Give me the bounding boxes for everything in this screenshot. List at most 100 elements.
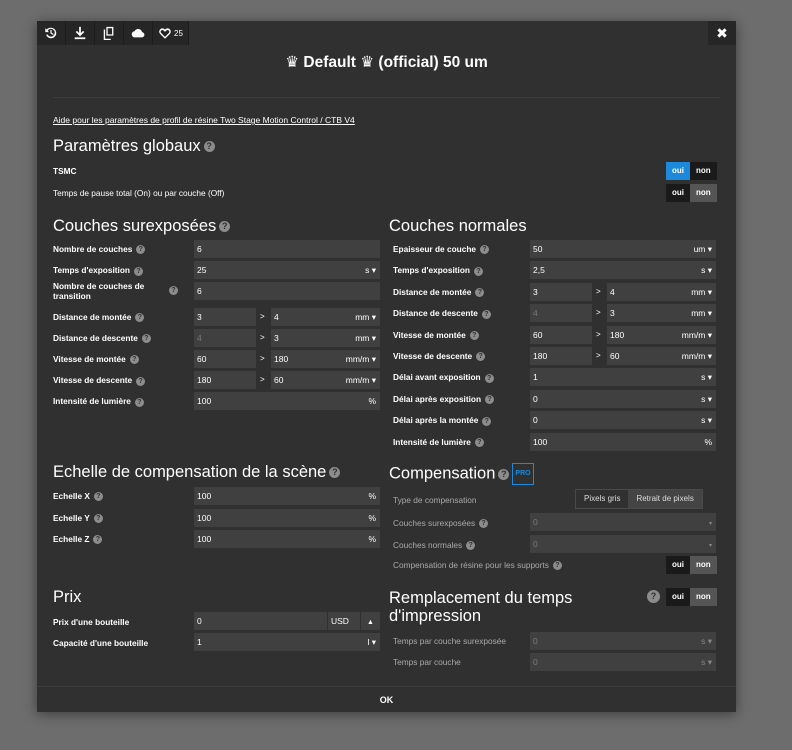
value-input[interactable]: 1 — [530, 368, 694, 387]
replace-toggle[interactable]: oui non — [666, 588, 717, 606]
help-icon[interactable]: ? — [169, 286, 178, 296]
help-icon[interactable]: ? — [552, 561, 562, 571]
help-icon[interactable]: ? — [498, 468, 510, 480]
help-icon[interactable]: ? — [129, 355, 139, 365]
help-icon[interactable]: ? — [93, 513, 103, 523]
help-icon[interactable]: ? — [93, 492, 103, 502]
help-icon[interactable]: ? — [219, 221, 231, 233]
unit-select[interactable]: mm/m ▾ — [334, 350, 380, 368]
min-input[interactable]: 4 — [530, 304, 592, 323]
help-icon[interactable]: ? — [481, 309, 491, 319]
help-icon[interactable]: ? — [136, 376, 146, 386]
help-icon[interactable]: ? — [329, 467, 341, 479]
replace-layer-unit[interactable]: s ▾ — [697, 653, 716, 671]
help-icon[interactable]: ? — [473, 266, 483, 276]
min-input[interactable]: 60 — [194, 350, 256, 368]
max-input[interactable]: 4 — [271, 307, 334, 326]
value-input[interactable]: 100 — [530, 432, 700, 451]
tsmc-yes[interactable]: oui — [666, 162, 690, 180]
unit-select[interactable]: s ▾ — [694, 411, 716, 430]
max-input[interactable]: 60 — [271, 371, 334, 390]
help-icon[interactable]: ? — [136, 245, 146, 255]
support-comp-no[interactable]: non — [690, 556, 717, 574]
max-input[interactable]: 4 — [607, 282, 670, 301]
unit-select[interactable]: s ▾ — [694, 261, 716, 280]
replace-no[interactable]: non — [690, 588, 717, 606]
unit-select[interactable]: mm ▾ — [670, 304, 716, 323]
tsmc-no[interactable]: non — [690, 162, 717, 180]
unit-select[interactable]: um ▾ — [670, 240, 716, 258]
capacity-input[interactable]: 1 — [194, 633, 364, 651]
help-icon[interactable]: ? — [480, 245, 490, 255]
unit-select[interactable]: s ▾ — [694, 389, 716, 408]
min-input[interactable]: 3 — [530, 282, 592, 301]
cloud-button[interactable] — [124, 21, 153, 45]
like-button[interactable]: 25 — [153, 21, 189, 45]
ok-button[interactable]: OK — [37, 686, 736, 712]
comp-normal-input[interactable]: 0 — [530, 535, 708, 553]
help-icon[interactable]: ? — [474, 437, 484, 447]
help-icon[interactable]: ? — [93, 535, 103, 545]
comp-over-unit[interactable]: ▾ — [701, 513, 716, 531]
history-button[interactable] — [37, 21, 66, 45]
copy-button[interactable] — [95, 21, 124, 45]
help-icon[interactable]: ? — [135, 312, 145, 322]
help-icon[interactable]: ? — [469, 330, 479, 340]
tsmc-toggle[interactable]: oui non — [666, 162, 717, 180]
bottle-price-input[interactable]: 0 — [194, 612, 327, 630]
value-input[interactable]: 100 — [194, 530, 364, 548]
max-input[interactable]: 3 — [607, 304, 670, 323]
help-icon[interactable]: ? — [203, 141, 215, 153]
unit-select[interactable]: mm ▾ — [334, 328, 380, 347]
value-input[interactable]: 100 — [194, 508, 364, 527]
comp-normal-unit[interactable]: ▾ — [701, 535, 716, 553]
unit-select[interactable]: % — [364, 487, 380, 505]
max-input[interactable]: 180 — [271, 350, 334, 368]
help-icon[interactable]: ? — [485, 395, 495, 405]
max-input[interactable]: 60 — [607, 347, 670, 365]
unit-select[interactable]: % — [700, 432, 716, 451]
unit-select[interactable]: % — [364, 530, 380, 548]
unit-select[interactable]: mm/m ▾ — [670, 347, 716, 365]
pause-yes[interactable]: oui — [666, 184, 690, 202]
unit-select[interactable]: mm ▾ — [334, 307, 380, 326]
help-icon[interactable]: ? — [647, 590, 660, 603]
unit-select[interactable]: s ▾ — [358, 261, 380, 280]
pause-toggle[interactable]: oui non — [666, 184, 717, 202]
help-icon[interactable]: ? — [476, 352, 486, 362]
replace-over-input[interactable]: 0 — [530, 632, 697, 650]
unit-select[interactable]: s ▾ — [694, 368, 716, 387]
compensation-type-selector[interactable]: Pixels gris Retrait de pixels — [575, 489, 703, 509]
unit-select[interactable]: % — [364, 392, 380, 411]
unit-select[interactable]: % — [364, 508, 380, 527]
help-icon[interactable]: ? — [482, 416, 492, 426]
help-icon[interactable]: ? — [133, 266, 143, 276]
min-input[interactable]: 180 — [530, 347, 592, 365]
replace-yes[interactable]: oui — [666, 588, 690, 606]
min-input[interactable]: 4 — [194, 328, 256, 347]
value-input[interactable]: 50 — [530, 240, 670, 258]
comp-over-input[interactable]: 0 — [530, 513, 708, 531]
help-link[interactable]: Aide pour les paramètres de profil de ré… — [53, 115, 355, 125]
value-input[interactable]: 100 — [194, 487, 364, 505]
min-input[interactable]: 180 — [194, 371, 256, 390]
currency-select[interactable]: USD — [328, 612, 360, 630]
support-comp-yes[interactable]: oui — [666, 556, 690, 574]
value-input[interactable]: 25 — [194, 261, 358, 280]
replace-layer-input[interactable]: 0 — [530, 653, 697, 671]
value-input[interactable]: 6 — [194, 282, 380, 301]
retrait-pixels-option[interactable]: Retrait de pixels — [628, 490, 702, 508]
value-input[interactable]: 100 — [194, 392, 364, 411]
max-input[interactable]: 180 — [607, 325, 670, 344]
max-input[interactable]: 3 — [271, 328, 334, 347]
replace-over-unit[interactable]: s ▾ — [697, 632, 716, 650]
currency-spin[interactable]: ▲ — [361, 612, 380, 630]
unit-select[interactable]: mm/m ▾ — [670, 325, 716, 344]
capacity-unit[interactable]: l ▾ — [364, 633, 380, 651]
value-input[interactable]: 0 — [530, 411, 694, 430]
min-input[interactable]: 60 — [530, 325, 592, 344]
support-comp-toggle[interactable]: oui non — [666, 556, 717, 574]
unit-select[interactable]: mm/m ▾ — [334, 371, 380, 390]
close-button[interactable]: ✖ — [708, 21, 736, 45]
download-button[interactable] — [66, 21, 95, 45]
